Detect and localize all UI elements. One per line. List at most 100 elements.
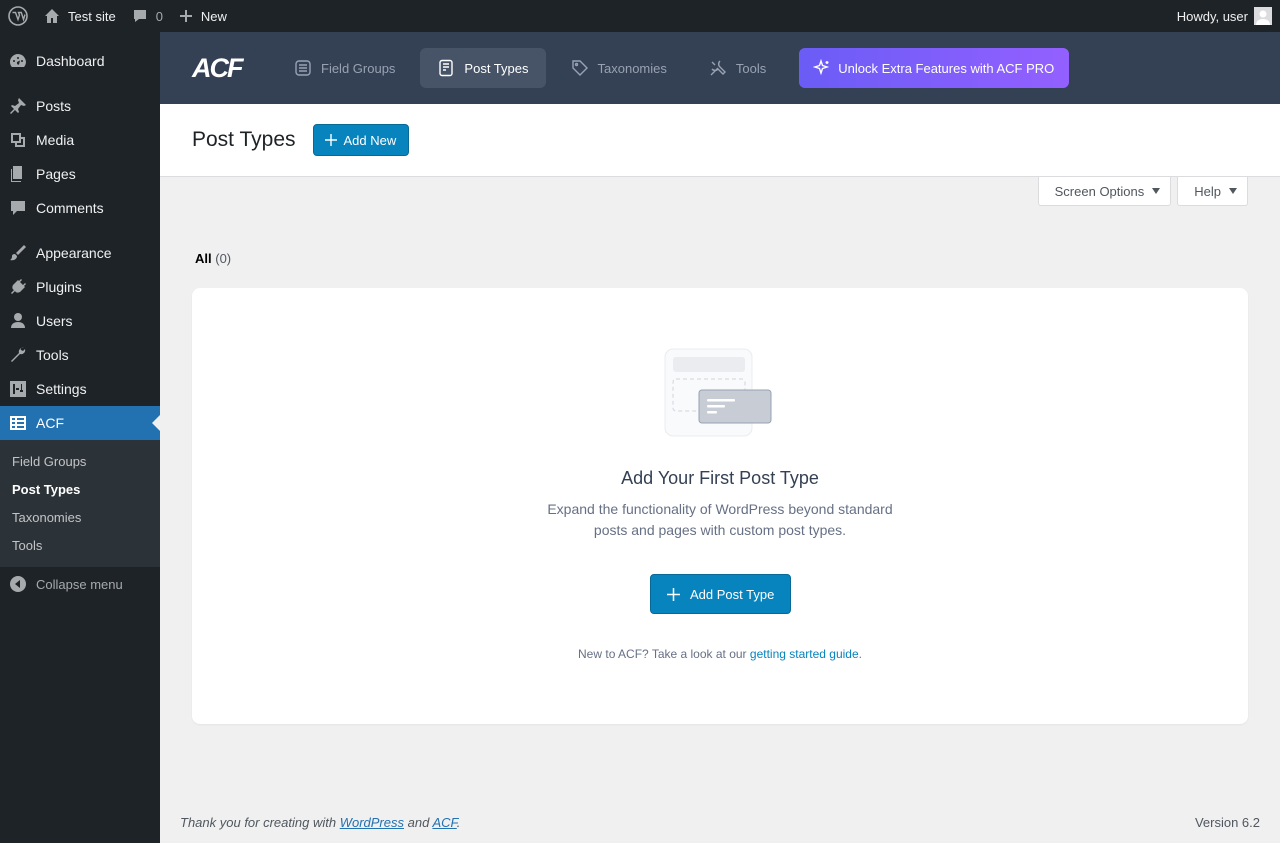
- add-new-button[interactable]: Add New: [312, 124, 410, 156]
- admin-bar: Test site 0 New Howdy, user: [0, 0, 1280, 32]
- comment-icon: [133, 10, 146, 22]
- screen-options-label: Screen Options: [1054, 183, 1145, 199]
- menu-label: Media: [36, 132, 75, 148]
- menu-item-users[interactable]: Users: [0, 304, 160, 338]
- menu-item-comments[interactable]: Comments: [0, 191, 160, 225]
- menu-item-plugins[interactable]: Plugins: [0, 270, 160, 304]
- filter-all-label: All: [195, 251, 212, 266]
- page-title: Post Types: [192, 128, 296, 151]
- user-icon: [8, 311, 28, 331]
- screen-options-button[interactable]: Screen Options: [1037, 177, 1172, 206]
- plugin-icon: [8, 277, 28, 297]
- wrench-icon: [8, 345, 28, 365]
- acf-link[interactable]: ACF: [432, 815, 456, 830]
- help-button[interactable]: Help: [1177, 177, 1248, 206]
- collapse-label: Collapse menu: [36, 576, 123, 592]
- wordpress-link[interactable]: WordPress: [340, 815, 404, 830]
- plus-icon: [667, 587, 680, 601]
- view-filter-all[interactable]: All (0): [195, 251, 231, 266]
- menu-label: Plugins: [36, 279, 82, 295]
- my-account[interactable]: Howdy, user: [1169, 0, 1280, 32]
- guide-suffix: .: [858, 647, 862, 661]
- howdy-text: Howdy, user: [1176, 8, 1248, 24]
- menu-item-posts[interactable]: Posts: [0, 89, 160, 123]
- acf-header: ACF Field Groups Post Types Taxonomies T…: [160, 32, 1280, 104]
- getting-started-text: New to ACF? Take a look at our getting s…: [192, 647, 1248, 661]
- new-content-link[interactable]: New: [171, 0, 235, 32]
- site-name-link[interactable]: Test site: [36, 0, 124, 32]
- tag-icon: [571, 60, 588, 76]
- wordpress-logo-icon[interactable]: [0, 0, 36, 32]
- footer-thankyou: Thank you for creating with WordPress an…: [180, 815, 460, 830]
- menu-item-dashboard[interactable]: Dashboard: [0, 44, 160, 78]
- empty-state-card: Add Your First Post Type Expand the func…: [192, 288, 1248, 724]
- submenu-tools[interactable]: Tools: [0, 531, 160, 559]
- comments-count: 0: [155, 8, 163, 24]
- sliders-icon: [8, 379, 28, 399]
- getting-started-link[interactable]: getting started guide: [750, 647, 859, 661]
- empty-state-title: Add Your First Post Type: [621, 468, 819, 488]
- menu-item-acf[interactable]: ACF: [0, 406, 160, 440]
- avatar: [1254, 7, 1272, 25]
- dashboard-icon: [8, 51, 28, 71]
- add-post-type-button[interactable]: Add Post Type: [650, 574, 792, 614]
- post-types-icon: [439, 59, 454, 77]
- tab-field-groups[interactable]: Field Groups: [277, 48, 412, 88]
- menu-label: Posts: [36, 98, 72, 114]
- menu-label: Appearance: [36, 245, 112, 261]
- menu-item-tools[interactable]: Tools: [0, 338, 160, 372]
- collapse-menu-button[interactable]: Collapse menu: [0, 567, 160, 601]
- tab-taxonomies[interactable]: Taxonomies: [554, 48, 684, 88]
- footer-prefix: Thank you for creating with: [180, 815, 340, 830]
- field-groups-icon: [295, 60, 311, 76]
- screen-meta-links: Screen Options Help: [1037, 177, 1248, 206]
- tab-label: Field Groups: [321, 60, 396, 76]
- collapse-arrow-icon: [8, 574, 28, 594]
- home-icon: [45, 9, 59, 23]
- tools-icon: [710, 60, 726, 76]
- help-label: Help: [1194, 183, 1221, 199]
- submenu-field-groups[interactable]: Field Groups: [0, 447, 160, 475]
- menu-item-media[interactable]: Media: [0, 123, 160, 157]
- menu-label: Settings: [36, 381, 87, 397]
- footer-version: Version 6.2: [1194, 815, 1260, 830]
- media-icon: [8, 130, 28, 150]
- menu-item-appearance[interactable]: Appearance: [0, 236, 160, 270]
- empty-state-description: Expand the functionality of WordPress be…: [547, 501, 893, 538]
- menu-item-settings[interactable]: Settings: [0, 372, 160, 406]
- admin-sidebar: Dashboard Posts Media Pages Comments App…: [0, 32, 160, 843]
- plus-icon: [179, 10, 192, 22]
- footer-and: and: [404, 815, 433, 830]
- tab-label: Post Types: [464, 60, 529, 76]
- comments-link[interactable]: 0: [124, 0, 171, 32]
- pin-icon: [8, 96, 28, 116]
- add-new-label: Add New: [343, 132, 397, 148]
- submenu-taxonomies[interactable]: Taxonomies: [0, 503, 160, 531]
- tab-post-types[interactable]: Post Types: [420, 48, 546, 88]
- menu-label: ACF: [36, 415, 64, 431]
- acf-submenu: Field Groups Post Types Taxonomies Tools: [0, 440, 160, 567]
- menu-label: Dashboard: [36, 53, 105, 69]
- filter-all-count: (0): [215, 251, 232, 266]
- page-header: Post Types Add New: [160, 104, 1280, 177]
- menu-label: Pages: [36, 166, 76, 182]
- menu-item-pages[interactable]: Pages: [0, 157, 160, 191]
- unlock-pro-button[interactable]: Unlock Extra Features with ACF PRO: [799, 48, 1070, 88]
- caret-down-icon: [1152, 188, 1161, 194]
- tab-label: Taxonomies: [597, 60, 667, 76]
- add-post-type-label: Add Post Type: [690, 586, 775, 602]
- acf-logo[interactable]: ACF: [192, 53, 247, 84]
- plus-icon: [324, 134, 337, 146]
- footer-suffix: .: [456, 815, 461, 830]
- submenu-post-types[interactable]: Post Types: [0, 475, 160, 503]
- tab-tools[interactable]: Tools: [692, 48, 783, 88]
- sparkle-icon: [813, 59, 830, 76]
- empty-post-types-illustration: [664, 348, 772, 437]
- tab-label: Tools: [735, 60, 767, 76]
- caret-down-icon: [1229, 188, 1237, 194]
- acf-grid-icon: [8, 413, 28, 433]
- brush-icon: [8, 243, 28, 263]
- guide-prefix: New to ACF? Take a look at our: [578, 647, 750, 661]
- menu-label: Users: [36, 313, 73, 329]
- new-label: New: [200, 8, 227, 24]
